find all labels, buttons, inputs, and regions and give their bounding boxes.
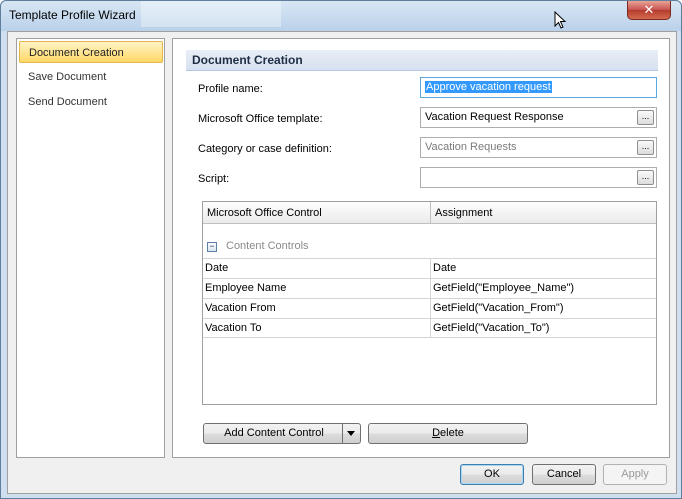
table-row[interactable]: Vacation From GetField("Vacation_From") bbox=[203, 298, 656, 318]
grid-header: Microsoft Office Control Assignment bbox=[203, 202, 656, 224]
nav-item-document-creation[interactable]: Document Creation bbox=[19, 41, 163, 63]
mouse-cursor-icon bbox=[554, 11, 566, 29]
add-content-control-dropdown[interactable] bbox=[342, 424, 360, 443]
apply-button[interactable]: Apply bbox=[603, 464, 667, 485]
control-cell: Vacation To bbox=[205, 322, 262, 334]
table-row[interactable]: Date Date bbox=[203, 258, 656, 278]
delete-button[interactable]: Delete bbox=[368, 423, 528, 444]
group-row-content-controls[interactable]: − Content Controls bbox=[203, 239, 656, 257]
nav-item-label: Document Creation bbox=[29, 47, 124, 59]
office-template-field: Vacation Request Response ... bbox=[420, 107, 657, 128]
assignment-cell: GetField("Vacation_From") bbox=[430, 299, 656, 318]
delete-mnemonic: D bbox=[432, 427, 441, 439]
delete-label: elete bbox=[440, 427, 464, 439]
background-glass bbox=[141, 1, 281, 27]
title-bar[interactable]: Template Profile Wizard ✕ bbox=[1, 1, 681, 31]
assignment-cell: Date bbox=[430, 259, 656, 278]
window-title: Template Profile Wizard bbox=[9, 8, 136, 22]
category-browse-button[interactable]: ... bbox=[637, 140, 654, 155]
nav-item-save-document[interactable]: Save Document bbox=[19, 66, 163, 88]
content-control-grid: Microsoft Office Control Assignment − Co… bbox=[202, 201, 657, 405]
office-template-browse-button[interactable]: ... bbox=[637, 110, 654, 125]
close-button[interactable]: ✕ bbox=[627, 1, 671, 20]
add-content-control-label: Add Content Control bbox=[224, 427, 324, 439]
control-cell: Date bbox=[205, 262, 229, 274]
collapse-icon[interactable]: − bbox=[207, 242, 217, 252]
nav-item-label: Send Document bbox=[28, 96, 107, 108]
profile-name-label: Profile name: bbox=[198, 83, 263, 95]
section-title: Document Creation bbox=[186, 50, 658, 71]
column-header-control[interactable]: Microsoft Office Control bbox=[203, 202, 430, 224]
document-creation-panel: Document Creation Profile name: Approve … bbox=[172, 38, 670, 458]
assignment-cell: GetField("Employee_Name") bbox=[430, 279, 656, 298]
office-template-label: Microsoft Office template: bbox=[198, 113, 323, 125]
nav-item-label: Save Document bbox=[28, 71, 107, 83]
column-header-assignment[interactable]: Assignment bbox=[430, 202, 656, 224]
dialog-window: Template Profile Wizard ✕ Document Creat… bbox=[0, 0, 682, 499]
profile-name-value: Approve vacation request bbox=[425, 81, 552, 93]
profile-name-input[interactable]: Approve vacation request bbox=[420, 77, 657, 98]
close-icon: ✕ bbox=[643, 2, 655, 17]
category-field: Vacation Requests ... bbox=[420, 137, 657, 158]
control-cell: Employee Name bbox=[205, 282, 287, 294]
group-label: Content Controls bbox=[226, 240, 309, 252]
ok-button[interactable]: OK bbox=[460, 464, 524, 485]
dialog-client-area: Document Creation Save Document Send Doc… bbox=[7, 31, 677, 494]
add-content-control-button[interactable]: Add Content Control bbox=[203, 423, 361, 444]
nav-item-send-document[interactable]: Send Document bbox=[19, 91, 163, 113]
script-label: Script: bbox=[198, 173, 230, 185]
table-row[interactable]: Employee Name GetField("Employee_Name") bbox=[203, 278, 656, 298]
office-template-value: Vacation Request Response bbox=[425, 111, 564, 123]
category-label: Category or case definition: bbox=[198, 143, 332, 155]
table-row[interactable]: Vacation To GetField("Vacation_To") bbox=[203, 318, 656, 338]
chevron-down-icon bbox=[347, 431, 355, 436]
cancel-button[interactable]: Cancel bbox=[532, 464, 596, 485]
wizard-nav: Document Creation Save Document Send Doc… bbox=[16, 38, 165, 458]
assignment-cell: GetField("Vacation_To") bbox=[430, 319, 656, 338]
script-field: ... bbox=[420, 167, 657, 188]
script-browse-button[interactable]: ... bbox=[637, 170, 654, 185]
category-value: Vacation Requests bbox=[425, 141, 517, 153]
control-cell: Vacation From bbox=[205, 302, 276, 314]
